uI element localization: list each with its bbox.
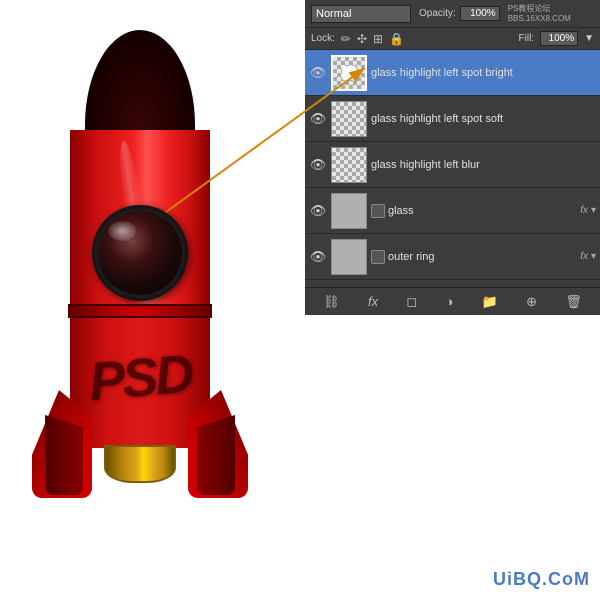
rocket-illustration: PSD	[20, 30, 260, 550]
layer-thumbnail	[331, 55, 367, 91]
layer-name: glass highlight left spot bright	[371, 67, 596, 79]
new-layer-button[interactable]: ⊕	[522, 292, 541, 312]
fx-badge: fx	[580, 251, 588, 262]
opacity-input[interactable]	[460, 6, 500, 21]
psd-label: PSD	[86, 343, 193, 414]
eye-icon[interactable]: 👁	[309, 202, 327, 220]
fill-percent: ▼	[584, 33, 594, 44]
lock-fill-row: Lock: ✏ ✣ ⊞ 🔒 Fill: ▼	[305, 28, 600, 50]
porthole-outer-ring	[92, 205, 188, 301]
eye-icon[interactable]: 👁	[309, 110, 327, 128]
layer-thumbnail	[331, 193, 367, 229]
rocket-belt	[68, 304, 212, 318]
layer-expand-icon[interactable]: ▾	[591, 251, 596, 262]
rocket-nozzle	[104, 445, 176, 483]
eye-icon[interactable]: 👁	[309, 156, 327, 174]
layer-row[interactable]: 👁 glass highlight left spot bright	[305, 50, 600, 96]
layer-thumbnail	[331, 147, 367, 183]
watermark-uibq: UiBQ.CoM	[493, 569, 590, 590]
fin-back-left	[45, 415, 83, 495]
ps-panel: Normal Opacity: PS教程论坛BBS.16XX8.COM Lock…	[305, 0, 600, 315]
layer-mask-thumb	[371, 204, 385, 218]
lock-move-icon[interactable]: ✣	[357, 32, 367, 46]
lock-crop-icon[interactable]: ⊞	[373, 32, 383, 46]
mask-button[interactable]: ◻	[402, 292, 421, 312]
layer-name: outer ring	[388, 251, 575, 263]
group-button[interactable]: 📁	[478, 292, 502, 312]
fill-input[interactable]	[540, 31, 578, 46]
eye-icon[interactable]: 👁	[309, 248, 327, 266]
layer-row[interactable]: 👁 glass highlight left blur	[305, 142, 600, 188]
layers-list: 👁 glass highlight left spot bright 👁 gla…	[305, 50, 600, 280]
delete-layer-button[interactable]: 🗑	[561, 292, 586, 312]
layer-name: glass highlight left blur	[371, 159, 596, 171]
layer-thumbnail	[331, 101, 367, 137]
eye-icon[interactable]: 👁	[309, 64, 327, 82]
layer-thumbnail	[331, 239, 367, 275]
blend-mode-select[interactable]: Normal	[311, 5, 411, 23]
fx-button[interactable]: fx	[364, 292, 382, 311]
layer-expand-icon[interactable]: ▾	[591, 205, 596, 216]
lock-pencil-icon[interactable]: ✏	[341, 32, 351, 46]
layer-row[interactable]: 👁 outer ring fx ▾	[305, 234, 600, 280]
fx-badge: fx	[580, 205, 588, 216]
link-layers-button[interactable]: ⛓	[319, 292, 344, 312]
porthole-glass	[98, 211, 182, 295]
layer-row[interactable]: 👁 glass fx ▾	[305, 188, 600, 234]
opacity-label: Opacity:	[419, 8, 456, 19]
watermark-top: PS教程论坛BBS.16XX8.COM	[508, 4, 571, 23]
lock-padlock-icon[interactable]: 🔒	[389, 32, 404, 46]
porthole-shine	[108, 221, 136, 241]
adjustment-button[interactable]: ◑	[441, 292, 457, 311]
canvas-area: PSD	[0, 0, 310, 560]
layer-name: glass highlight left spot soft	[371, 113, 596, 125]
layer-name: glass	[388, 205, 575, 217]
layer-mask-thumb	[371, 250, 385, 264]
fill-label: Fill:	[519, 33, 535, 44]
panel-toolbar: ⛓ fx ◻ ◑ 📁 ⊕ 🗑	[305, 287, 600, 315]
lock-label: Lock:	[311, 33, 335, 44]
layer-row[interactable]: 👁 glass highlight left spot soft	[305, 96, 600, 142]
fin-back-right	[197, 415, 235, 495]
blend-opacity-row: Normal Opacity: PS教程论坛BBS.16XX8.COM	[305, 0, 600, 28]
